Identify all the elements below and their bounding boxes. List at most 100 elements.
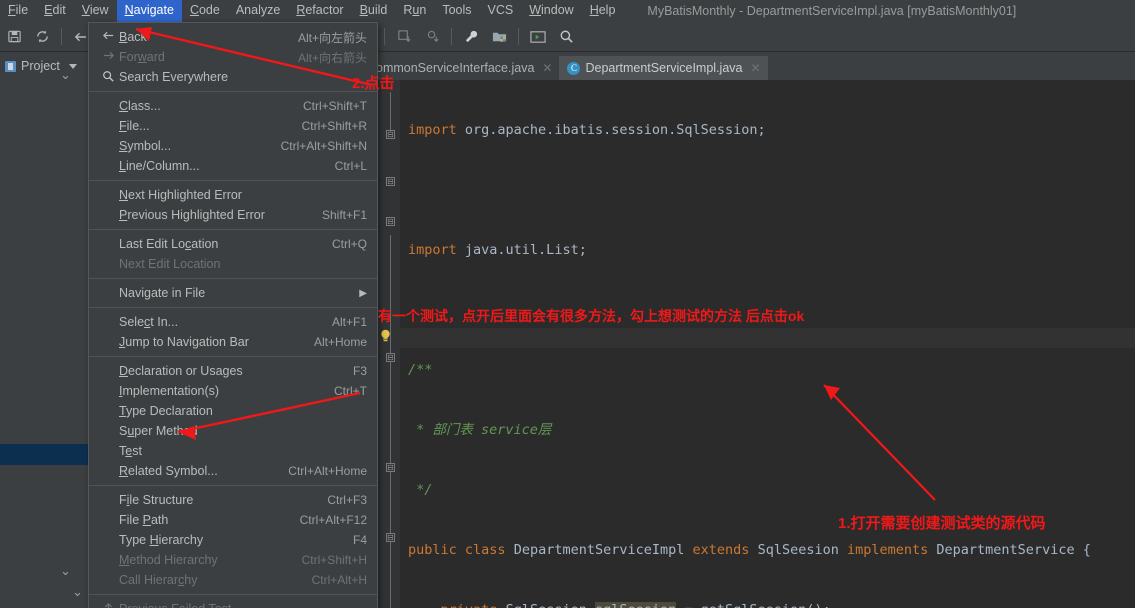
menu-item-next-edit-location[interactable]: Next Edit Location <box>89 254 377 274</box>
menu-item-accelerator: Ctrl+Shift+H <box>301 553 367 567</box>
menu-item-label: File Path <box>119 513 169 527</box>
chevron-down-icon-3[interactable]: ⌄ <box>72 585 83 598</box>
menu-item-label: Next Edit Location <box>119 257 221 271</box>
menu-item-type-hierarchy[interactable]: Type Hierarchy F4 <box>89 530 377 550</box>
menu-item-label: Declaration or Usages <box>119 364 243 378</box>
fold-marker-method-addnew[interactable]: ⊟ <box>386 353 395 362</box>
menu-item-label: Implementation(s) <box>119 384 220 398</box>
save-all-icon[interactable] <box>2 25 26 49</box>
menu-item-label: Call Hierarchy <box>119 573 198 587</box>
menu-item-type-declaration[interactable]: Type Declaration <box>89 401 377 421</box>
chevron-down-icon-2[interactable]: ⌄ <box>60 564 71 577</box>
fold-marker-javadoc-end[interactable]: ⊟ <box>386 217 395 226</box>
menu-item-back[interactable]: Back Alt+向左箭头 <box>89 27 377 47</box>
menu-item-accelerator: Ctrl+Shift+R <box>301 119 367 133</box>
menu-item-previous-failed-test[interactable]: Previous Failed Test <box>89 599 377 608</box>
sync-icon[interactable] <box>30 25 54 49</box>
menu-item-window[interactable]: Window <box>521 0 581 22</box>
code-line: /** <box>408 362 433 378</box>
menu-item-file[interactable]: File... Ctrl+Shift+R <box>89 116 377 136</box>
menu-item-search-everywhere[interactable]: Search Everywhere <box>89 67 377 87</box>
menu-item-accelerator: Shift+F1 <box>321 208 367 222</box>
editor-tabs: ommonServiceInterface.java ✕ C Departmen… <box>368 56 1135 80</box>
editor-tab-label: DepartmentServiceImpl.java <box>585 61 743 75</box>
menu-item-label: Previous Highlighted Error <box>119 208 265 222</box>
annotation-step-hint: 有一个测试，点开后里面会有很多方法，勾上想测试的方法 后点击ok <box>378 308 805 324</box>
annotation-step-1: 1.打开需要创建测试类的源代码 <box>838 515 1046 532</box>
chevron-right-icon: ▶ <box>359 287 367 299</box>
close-icon[interactable]: ✕ <box>750 61 760 75</box>
menu-item-navigate[interactable]: Navigate <box>116 0 182 22</box>
menu-item-label: Related Symbol... <box>119 464 218 478</box>
menu-item-related-symbol[interactable]: Related Symbol... Ctrl+Alt+Home <box>89 461 377 481</box>
menu-item-accelerator: Ctrl+L <box>334 159 367 173</box>
tree-selected-row[interactable] <box>0 444 90 465</box>
menu-item-jump-to-navigation-bar[interactable]: Jump to Navigation Bar Alt+Home <box>89 332 377 352</box>
project-structure-icon[interactable] <box>487 25 511 49</box>
menu-item-refactor[interactable]: Refactor <box>288 0 351 22</box>
code-line: private SqlSession sqlSeesion = getSqlSe… <box>400 600 1135 608</box>
menu-item-accelerator: F3 <box>352 364 367 378</box>
menu-item-call-hierarchy[interactable]: Call Hierarchy Ctrl+Alt+H <box>89 570 377 590</box>
menu-item-label: Back <box>119 30 147 44</box>
menu-item-label: Search Everywhere <box>119 70 229 84</box>
menu-item-test[interactable]: Test <box>89 441 377 461</box>
update-project-icon[interactable] <box>392 25 416 49</box>
menu-item-accelerator: Ctrl+Alt+Shift+N <box>280 139 367 153</box>
menu-item-label: Test <box>119 444 142 458</box>
menu-item-vcs[interactable]: VCS <box>480 0 522 22</box>
menu-item-symbol[interactable]: Symbol... Ctrl+Alt+Shift+N <box>89 136 377 156</box>
menu-item-method-hierarchy[interactable]: Method Hierarchy Ctrl+Shift+H <box>89 550 377 570</box>
project-tree-panel[interactable]: ⌄ ⌄ ⌄ <box>0 68 90 608</box>
menu-item-select-in[interactable]: Select In... Alt+F1 <box>89 312 377 332</box>
menu-item-next-highlighted-error[interactable]: Next Highlighted Error <box>89 185 377 205</box>
menu-item-help[interactable]: Help <box>582 0 624 22</box>
fold-marker-javadoc[interactable]: ⊟ <box>386 177 395 186</box>
menu-item-file-path[interactable]: File Path Ctrl+Alt+F12 <box>89 510 377 530</box>
menu-item-last-edit-location[interactable]: Last Edit Location Ctrl+Q <box>89 234 377 254</box>
menu-item-build[interactable]: Build <box>352 0 396 22</box>
editor-tab-common-service-interface[interactable]: ommonServiceInterface.java ✕ <box>368 56 559 80</box>
menu-item-line-column[interactable]: Line/Column... Ctrl+L <box>89 156 377 176</box>
code-line: public class DepartmentServiceImpl exten… <box>408 542 1091 558</box>
menu-separator <box>89 229 377 230</box>
menu-item-analyze[interactable]: Analyze <box>228 0 288 22</box>
menu-item-file[interactable]: File <box>0 0 36 22</box>
menu-item-previous-highlighted-error[interactable]: Previous Highlighted Error Shift+F1 <box>89 205 377 225</box>
menu-item-declaration-or-usages[interactable]: Declaration or Usages F3 <box>89 361 377 381</box>
menu-item-label: Class... <box>119 99 161 113</box>
menu-item-forward[interactable]: Forward Alt+向右箭头 <box>89 47 377 67</box>
menu-item-label: Type Declaration <box>119 404 213 418</box>
close-icon[interactable]: ✕ <box>542 61 552 75</box>
menu-item-class[interactable]: Class... Ctrl+Shift+T <box>89 96 377 116</box>
menu-item-tools[interactable]: Tools <box>434 0 479 22</box>
java-class-icon: C <box>567 61 581 75</box>
commit-icon[interactable] <box>420 25 444 49</box>
select-in-icon[interactable] <box>526 25 550 49</box>
fold-line-class <box>390 235 391 608</box>
navigate-dropdown-menu[interactable]: Back Alt+向左箭头 Forward Alt+向右箭头 Search Ev… <box>88 22 378 608</box>
toolbar-separator <box>61 28 62 45</box>
menu-item-accelerator: Ctrl+Alt+Home <box>288 464 367 478</box>
menu-item-navigate-in-file[interactable]: Navigate in File ▶ <box>89 283 377 303</box>
menu-item-implementations[interactable]: Implementation(s) Ctrl+T <box>89 381 377 401</box>
settings-wrench-icon[interactable] <box>459 25 483 49</box>
menu-item-edit[interactable]: Edit <box>36 0 74 22</box>
search-icon[interactable] <box>554 25 578 49</box>
toolbar-separator-2 <box>384 28 386 45</box>
menu-separator <box>89 485 377 486</box>
menu-item-file-structure[interactable]: File Structure Ctrl+F3 <box>89 490 377 510</box>
menu-item-accelerator: Ctrl+T <box>334 384 367 398</box>
fold-marker-method-addnew-end[interactable]: ⊟ <box>386 463 395 472</box>
project-icon <box>5 60 16 72</box>
menu-item-super-method[interactable]: Super Method <box>89 421 377 441</box>
chevron-down-icon-1[interactable]: ⌄ <box>60 68 71 81</box>
code-line: import org.apache.ibatis.session.SqlSess… <box>408 122 766 138</box>
menu-item-view[interactable]: View <box>74 0 117 22</box>
fold-marker-method-deletebyid[interactable]: ⊟ <box>386 533 395 542</box>
menu-item-run[interactable]: Run <box>395 0 434 22</box>
menu-item-code[interactable]: Code <box>182 0 228 22</box>
menu-item-accelerator: Alt+向右箭头 <box>297 50 367 65</box>
intention-bulb-icon[interactable] <box>380 329 390 342</box>
editor-tab-department-service-impl[interactable]: C DepartmentServiceImpl.java ✕ <box>559 56 768 80</box>
